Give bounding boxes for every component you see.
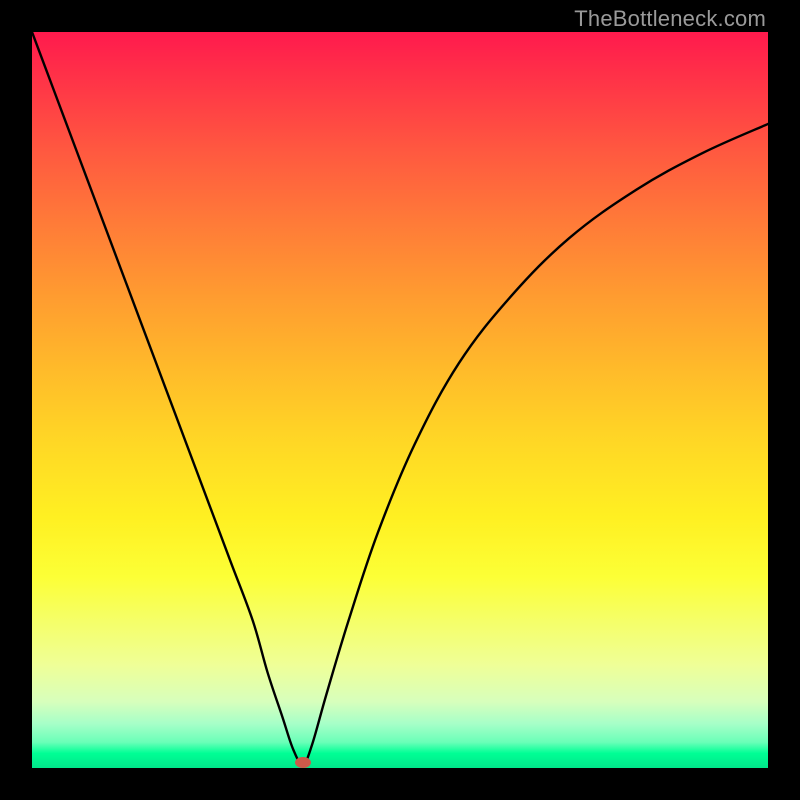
watermark-text: TheBottleneck.com (574, 6, 766, 32)
bottleneck-curve (32, 32, 768, 768)
chart-frame: TheBottleneck.com (0, 0, 800, 800)
plot-area (32, 32, 768, 768)
optimal-point-marker (295, 757, 311, 768)
